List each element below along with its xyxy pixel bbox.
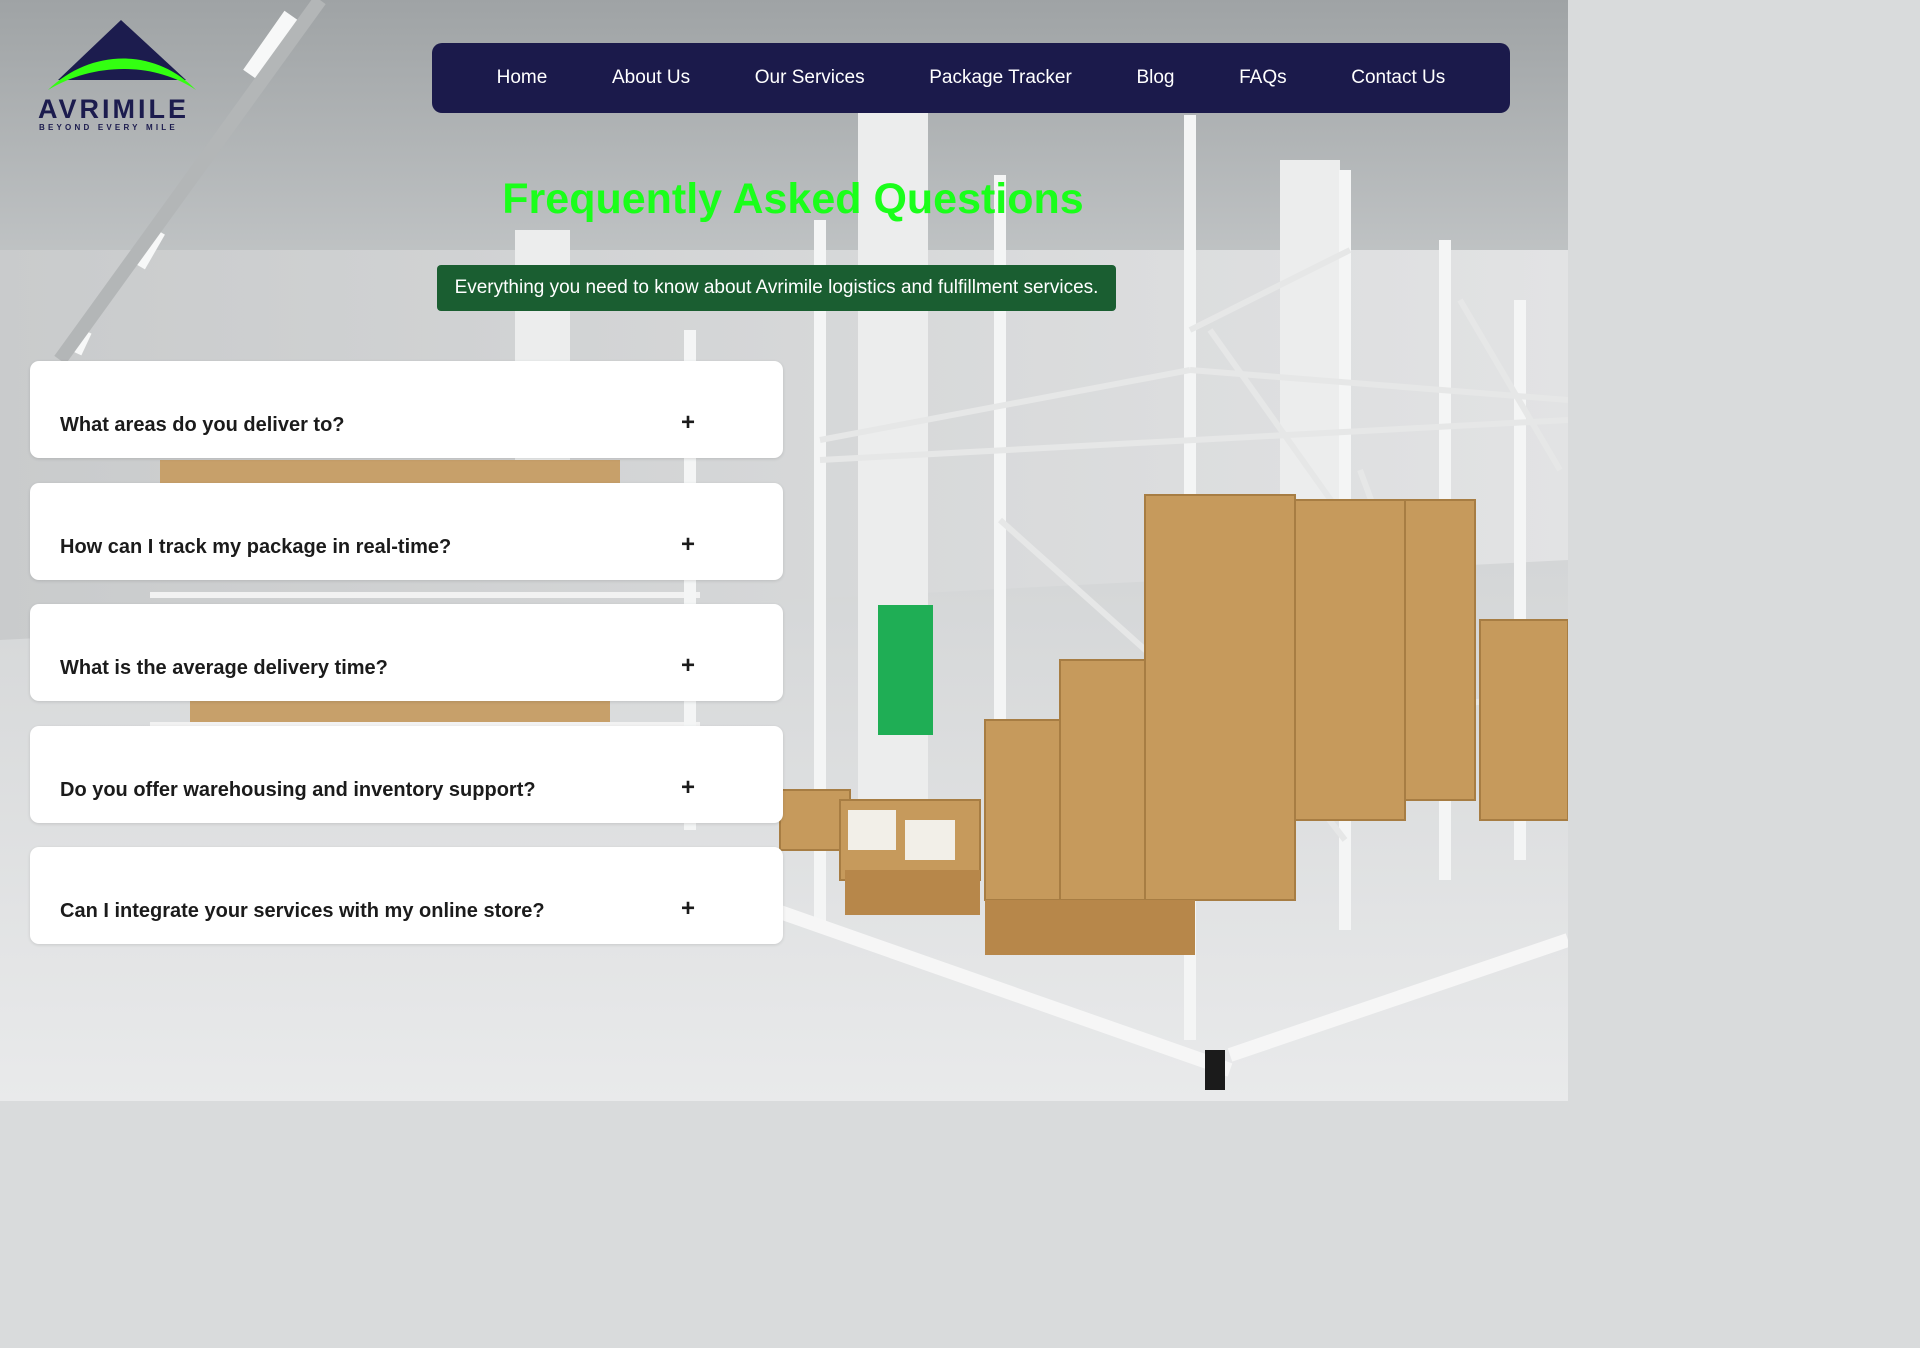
brand-logo[interactable]: AVRIMILE BEYOND EVERY MILE <box>36 18 206 133</box>
plus-icon[interactable]: + <box>678 651 698 681</box>
plus-icon[interactable]: + <box>678 408 698 438</box>
faq-item-warehousing[interactable]: Do you offer warehousing and inventory s… <box>30 725 783 823</box>
faq-question: What is the average delivery time? <box>60 657 388 679</box>
faq-question: Can I integrate your services with my on… <box>60 900 545 922</box>
faq-question: How can I track my package in real-time? <box>60 535 452 558</box>
plus-icon[interactable]: + <box>678 773 698 803</box>
nav-blog-link[interactable]: Blog <box>1136 67 1174 89</box>
nav-package-tracker-link[interactable]: Package Tracker <box>929 67 1072 89</box>
faq-item-delivery-time[interactable]: What is the average delivery time? + <box>30 604 783 701</box>
logo-wordmark: AVRIMILE <box>38 94 189 124</box>
main-navigation: Home About Us Our Services Package Track… <box>432 43 1510 113</box>
faq-question: What areas do you deliver to? <box>60 414 345 436</box>
nav-contact-link[interactable]: Contact Us <box>1351 67 1445 89</box>
faq-item-delivery-areas[interactable]: What areas do you deliver to? + <box>30 361 783 458</box>
plus-icon[interactable]: + <box>678 894 698 924</box>
faq-accordion: What areas do you deliver to? + How can … <box>30 361 783 969</box>
faq-item-package-tracking[interactable]: How can I track my package in real-time?… <box>30 482 783 580</box>
mountain-swoosh-icon <box>48 20 196 90</box>
page-subtitle: Everything you need to know about Avrimi… <box>437 265 1116 311</box>
plus-icon[interactable]: + <box>678 530 698 560</box>
faq-item-store-integration[interactable]: Can I integrate your services with my on… <box>30 847 783 944</box>
logo-tagline: BEYOND EVERY MILE <box>39 123 178 132</box>
nav-about-link[interactable]: About Us <box>612 67 690 89</box>
nav-services-link[interactable]: Our Services <box>755 67 865 89</box>
faq-question: Do you offer warehousing and inventory s… <box>60 778 536 801</box>
page-title: Frequently Asked Questions <box>502 175 1084 223</box>
nav-home-link[interactable]: Home <box>497 67 548 89</box>
nav-faqs-link[interactable]: FAQs <box>1239 67 1287 89</box>
